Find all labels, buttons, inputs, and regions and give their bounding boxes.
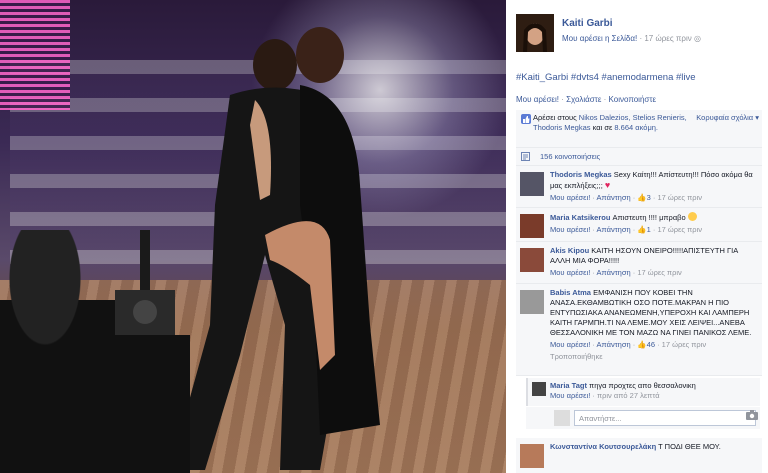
edited-label[interactable]: Τροποποιήθηκε <box>550 352 758 362</box>
post-photo[interactable] <box>0 0 506 473</box>
comment-item: Thodoris Megkas Sexy Καίτη!!! Απίστευτη!… <box>516 166 762 208</box>
comment-meta: Μου αρέσει! · Απάντηση · 👍46 · 17 ώρες π… <box>550 340 707 349</box>
post-sidebar: Kaiti Garbi Μου αρέσει η Σελίδα! · 17 ώρ… <box>506 0 768 473</box>
comment-body: Maria Katsikerou Απιστευτη !!!! μπραβο Μ… <box>550 212 758 235</box>
globe-icon: ◎ <box>694 34 701 43</box>
share-button[interactable]: Κοινοποιήστε <box>609 95 657 104</box>
author-avatar[interactable] <box>516 14 554 52</box>
comment-item: Babis Atma ΕΜΦΑΝΙΣΗ ΠΟΥ ΚΟΒΕΙ ΤΗΝ ΑΝΑΣΑ.… <box>516 284 762 376</box>
comment-meta: Μου αρέσει! · Απάντηση · 👍3 · 17 ώρες πρ… <box>550 193 702 202</box>
dancers-figure <box>170 27 380 470</box>
commenter-avatar[interactable] <box>520 248 544 272</box>
commenter-name[interactable]: Akis Kipou <box>550 246 589 255</box>
comment-time[interactable]: 17 ώρες πριν <box>662 340 706 349</box>
comment-meta: Μου αρέσει! · Απάντηση · 👍1 · 17 ώρες πρ… <box>550 225 702 234</box>
likes-summary: Αρέσει στους Nikos Dalezios, Stelios Ren… <box>516 110 762 148</box>
comment-body: Thodoris Megkas Sexy Καίτη!!! Απίστευτη!… <box>550 170 758 203</box>
post-time[interactable]: 17 ώρες πριν <box>644 34 691 43</box>
comment-sort-dropdown[interactable]: Κορυφαία σχόλια ▾ <box>696 113 759 122</box>
comment-time[interactable]: 17 ώρες πριν <box>658 225 702 234</box>
comment-item: Maria Katsikerou Απιστευτη !!!! μπραβο Μ… <box>516 208 762 242</box>
camera-rig <box>110 230 190 473</box>
commenter-name[interactable]: Thodoris Megkas <box>550 170 612 179</box>
like-page-link[interactable]: Μου αρέσει η Σελίδα! <box>562 34 637 43</box>
thumbs-up-icon: 👍 <box>637 193 647 202</box>
thumbs-up-icon: 👍 <box>637 340 647 349</box>
reply-time[interactable]: πριν από 27 λεπτά <box>597 391 660 400</box>
comment-like-count[interactable]: 46 <box>647 340 655 349</box>
share-icon <box>521 152 530 161</box>
chevron-down-icon: ▾ <box>755 113 759 122</box>
reply-composer: Απαντήστε... <box>526 407 760 429</box>
post-actions: Μου αρέσει! · Σχολιάστε · Κοινοποιήστε <box>516 95 657 104</box>
commenter-avatar[interactable] <box>520 214 544 238</box>
post-caption[interactable]: #Kaiti_Garbi #dvts4 #anemodarmena #live <box>516 72 696 83</box>
thumbs-up-icon: 👍 <box>637 225 647 234</box>
comment-body: Akis Kipou ΚΑΙΤΗ ΗΣΟΥΝ ΟΝΕΙΡΟ!!!!!ΑΠΙΣΤΕ… <box>550 246 758 278</box>
commenter-name[interactable]: Maria Katsikerou <box>550 213 610 222</box>
comment-like-link[interactable]: Μου αρέσει! <box>550 225 590 234</box>
reply-like-link[interactable]: Μου αρέσει! <box>550 391 590 400</box>
commenter-avatar[interactable] <box>520 444 544 468</box>
commenter-name[interactable]: Κωνσταντίνα Κουτσουρελάκη <box>550 442 656 451</box>
replier-avatar[interactable] <box>532 382 546 396</box>
comment-body: Κωνσταντίνα Κουτσουρελάκη Τ ΠΟΔΙ ΘΕΕ ΜΟΥ… <box>550 442 758 452</box>
reply-body: Maria Tagt πηγα προχτες απο θεσσαλονικη … <box>550 381 696 401</box>
comment-like-link[interactable]: Μου αρέσει! <box>550 268 590 277</box>
commenter-avatar[interactable] <box>520 172 544 196</box>
commenter-name[interactable]: Babis Atma <box>550 288 591 297</box>
comment-like-link[interactable]: Μου αρέσει! <box>550 340 590 349</box>
comment-reply-link[interactable]: Απάντηση <box>597 225 631 234</box>
heart-emoji-icon: ♥ <box>604 180 611 190</box>
shares-row: 156 κοινοποιήσεις <box>516 148 762 166</box>
comment-like-link[interactable]: Μου αρέσει! <box>550 193 590 202</box>
comment-body: Babis Atma ΕΜΦΑΝΙΣΗ ΠΟΥ ΚΟΒΕΙ ΤΗΝ ΑΝΑΣΑ.… <box>550 288 758 362</box>
author-name[interactable]: Kaiti Garbi <box>562 18 613 29</box>
comment-time[interactable]: 17 ώρες πριν <box>658 193 702 202</box>
comment-button[interactable]: Σχολιάστε <box>566 95 601 104</box>
stage-light <box>0 0 70 110</box>
replier-name[interactable]: Maria Tagt <box>550 381 587 390</box>
reply-input[interactable]: Απαντήστε... <box>574 410 756 426</box>
comment-text: Απιστευτη !!!! μπραβο <box>612 213 686 222</box>
shares-count[interactable]: 156 κοινοποιήσεις <box>540 152 600 161</box>
reply-item: Maria Tagt πηγα προχτες απο θεσσαλονικη … <box>526 378 760 406</box>
like-button[interactable]: Μου αρέσει! <box>516 95 559 104</box>
post-header: Kaiti Garbi Μου αρέσει η Σελίδα! · 17 ώρ… <box>516 14 761 58</box>
comment-item: Akis Kipou ΚΑΙΤΗ ΗΣΟΥΝ ΟΝΕΙΡΟ!!!!!ΑΠΙΣΤΕ… <box>516 242 762 284</box>
post-meta: Μου αρέσει η Σελίδα! · 17 ώρες πριν ◎ <box>562 34 701 43</box>
comment-reply-link[interactable]: Απάντηση <box>597 268 631 277</box>
comment-item: Κωνσταντίνα Κουτσουρελάκη Τ ΠΟΔΙ ΘΕΕ ΜΟΥ… <box>516 438 762 473</box>
smile-emoji-icon <box>687 212 697 221</box>
reply-meta: Μου αρέσει! · πριν από 27 λεπτά <box>550 391 660 400</box>
comment-reply-link[interactable]: Απάντηση <box>597 340 631 349</box>
camera-icon[interactable] <box>746 410 758 420</box>
commenter-avatar[interactable] <box>520 290 544 314</box>
comment-time[interactable]: 17 ώρες πριν <box>637 268 681 277</box>
comment-meta: Μου αρέσει! · Απάντηση · 17 ώρες πριν <box>550 268 682 277</box>
reply-text: πηγα προχτες απο θεσσαλονικη <box>589 381 696 390</box>
current-user-avatar <box>554 410 570 426</box>
likes-text: Αρέσει στους Nikos Dalezios, Stelios Ren… <box>533 113 687 132</box>
other-likers-link[interactable]: 8.664 ακόμη. <box>614 123 658 132</box>
comment-text: Τ ΠΟΔΙ ΘΕΕ ΜΟΥ. <box>658 442 721 451</box>
comment-reply-link[interactable]: Απάντηση <box>597 193 631 202</box>
thumbs-up-icon <box>521 114 531 124</box>
